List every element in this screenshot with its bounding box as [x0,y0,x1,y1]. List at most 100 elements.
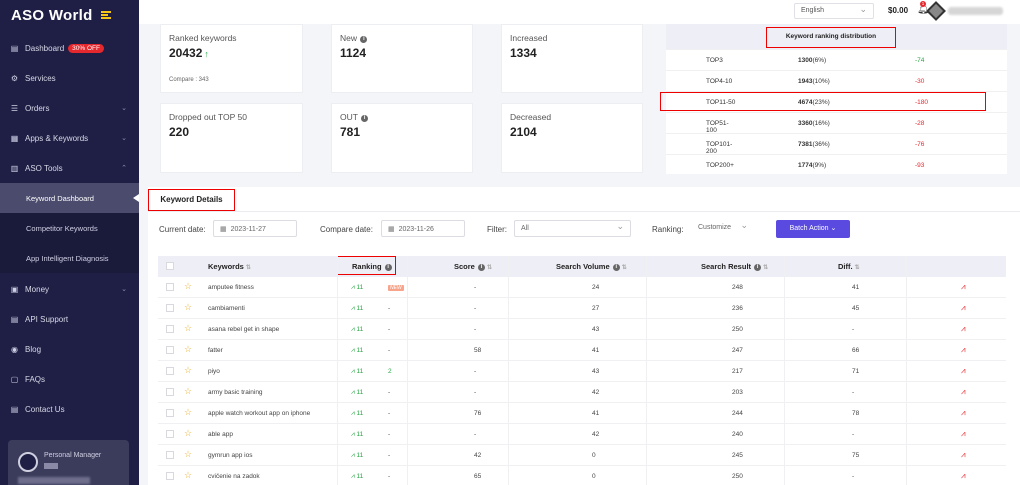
stat-ranked-keywords: Ranked keywords 20432 ↑ Compare : 343 [160,24,303,93]
star-icon[interactable]: ☆ [184,470,192,481]
row-checkbox[interactable] [166,325,174,333]
star-icon[interactable]: ☆ [184,365,192,376]
language-select[interactable]: English [794,3,874,19]
filter-select[interactable]: All [514,220,631,237]
menu-toggle-icon[interactable] [100,11,111,19]
trend-chart-icon[interactable]: ⩘ [961,324,966,334]
keyword[interactable]: apple watch workout app on iphone [208,410,310,417]
sidebar-item-aso-tools[interactable]: ▥ ASO Tools ⌃ [0,153,139,183]
trend-chart-icon[interactable]: ⩘ [961,408,966,418]
keyword[interactable]: amputee fitness [208,284,254,291]
keyword[interactable]: gymrun app ios [208,452,252,459]
keyword[interactable]: fatter [208,347,223,354]
ranking: ⩘ 11 [351,473,364,480]
sidebar-item-contact[interactable]: ▤ Contact Us [0,394,139,424]
star-icon[interactable]: ☆ [184,449,192,460]
table-row: ☆ gymrun app ios ⩘ 11 - 42 0 245 75 ⩘ [158,445,1006,466]
ranking-highlight-annotation [337,256,396,275]
star-icon[interactable]: ☆ [184,302,192,313]
keyword[interactable]: cvičenie na zadok [208,473,260,480]
col-keywords[interactable]: Keywords ⇅ [208,262,251,271]
sidebar-subitem-keyword-dashboard[interactable]: Keyword Dashboard [0,183,139,213]
logo[interactable]: ASO World [0,0,139,30]
compare-date-picker[interactable]: ▦ 2023-11-26 [381,220,465,237]
select-all-checkbox[interactable] [166,262,174,270]
keyword[interactable]: cambiamenti [208,305,245,312]
sidebar-item-money[interactable]: ▣ Money ⌄ [0,274,139,304]
sidebar-item-faqs[interactable]: ▢ FAQs [0,364,139,394]
search-result: 250 [732,326,743,333]
trend-chart-icon[interactable]: ⩘ [961,303,966,313]
range: TOP51-100 [706,120,729,134]
col-score[interactable]: Score i ⇅ [454,262,492,271]
chart-icon: ⩘ [351,389,355,396]
col-diff[interactable]: Diff. ⇅ [838,262,860,271]
row-checkbox[interactable] [166,304,174,312]
sidebar-item-api-support[interactable]: ▤ API Support [0,304,139,334]
personal-manager-card[interactable]: Personal Manager [8,440,129,485]
search-volume: 43 [592,368,600,375]
balance[interactable]: $0.00 [888,6,908,15]
score: - [474,389,477,396]
delta: -28 [915,120,925,127]
sidebar-item-blog[interactable]: ◉ Blog [0,334,139,364]
trend-chart-icon[interactable]: ⩘ [961,450,966,460]
info-icon: i [612,264,620,271]
row-checkbox[interactable] [166,367,174,375]
sidebar-item-apps-keywords[interactable]: ▦ Apps & Keywords ⌄ [0,123,139,153]
subitem-label: App Intelligent Diagnosis [26,253,109,263]
sidebar-item-label: Contact Us [25,404,65,414]
sidebar-subitem-app-diagnosis[interactable]: App Intelligent Diagnosis [0,243,139,273]
col-search-volume[interactable]: Search Volume i ⇅ [556,262,627,271]
search-volume: 43 [592,326,600,333]
sidebar-item-services[interactable]: ⚙ Services [0,63,139,93]
filter-label: Filter: [487,225,507,234]
info-icon[interactable]: i [360,36,368,43]
sort-icon: ⇅ [486,265,492,271]
star-icon[interactable]: ☆ [184,386,192,397]
current-date-picker[interactable]: ▦ 2023-11-27 [213,220,297,237]
col-search-result[interactable]: Search Result i ⇅ [701,262,768,271]
trend-chart-icon[interactable]: ⩘ [961,471,966,481]
keyword-details-tab[interactable]: Keyword Details [148,189,235,211]
sidebar-subitem-competitor-keywords[interactable]: Competitor Keywords [0,213,139,243]
compare-date-label: Compare date: [320,225,373,234]
trend-chart-icon[interactable]: ⩘ [961,345,966,355]
batch-action-button[interactable]: Batch Action ⌄ [776,220,850,238]
trend-chart-icon[interactable]: ⩘ [961,429,966,439]
sidebar-item-orders[interactable]: ☰ Orders ⌄ [0,93,139,123]
row-checkbox[interactable] [166,430,174,438]
diff: 78 [852,410,860,417]
trend-chart-icon[interactable]: ⩘ [961,282,966,292]
score: - [474,431,477,438]
distribution-title: Keyword ranking distribution [766,27,896,48]
trend-chart-icon[interactable]: ⩘ [961,366,966,376]
trend-chart-icon[interactable]: ⩘ [961,387,966,397]
count: 3360(16%) [798,120,830,127]
row-checkbox[interactable] [166,472,174,480]
keyword[interactable]: asana rebel get in shape [208,326,279,333]
row-checkbox[interactable] [166,409,174,417]
star-icon[interactable]: ☆ [184,344,192,355]
search-result: 245 [732,452,743,459]
row-checkbox[interactable] [166,346,174,354]
keyword[interactable]: able app [208,431,233,438]
row-checkbox[interactable] [166,388,174,396]
stat-value: 781 [340,125,361,139]
keyword[interactable]: piyo [208,368,220,375]
sidebar-item-dashboard[interactable]: ▤ Dashboard 30% OFF [0,33,139,63]
delta: -93 [915,162,925,169]
ranking-select[interactable]: Customize [692,220,754,237]
keyword[interactable]: army basic training [208,389,263,396]
star-icon[interactable]: ☆ [184,428,192,439]
row-checkbox[interactable] [166,451,174,459]
stat-label: New i [340,33,368,43]
star-icon[interactable]: ☆ [184,323,192,334]
row-checkbox[interactable] [166,283,174,291]
star-icon[interactable]: ☆ [184,281,192,292]
star-icon[interactable]: ☆ [184,407,192,418]
username-blurred[interactable] [948,7,1003,15]
ranking: ⩘ 11 [351,326,364,333]
info-icon[interactable]: i [361,115,369,122]
chevron-down-icon: ⌄ [121,135,127,142]
